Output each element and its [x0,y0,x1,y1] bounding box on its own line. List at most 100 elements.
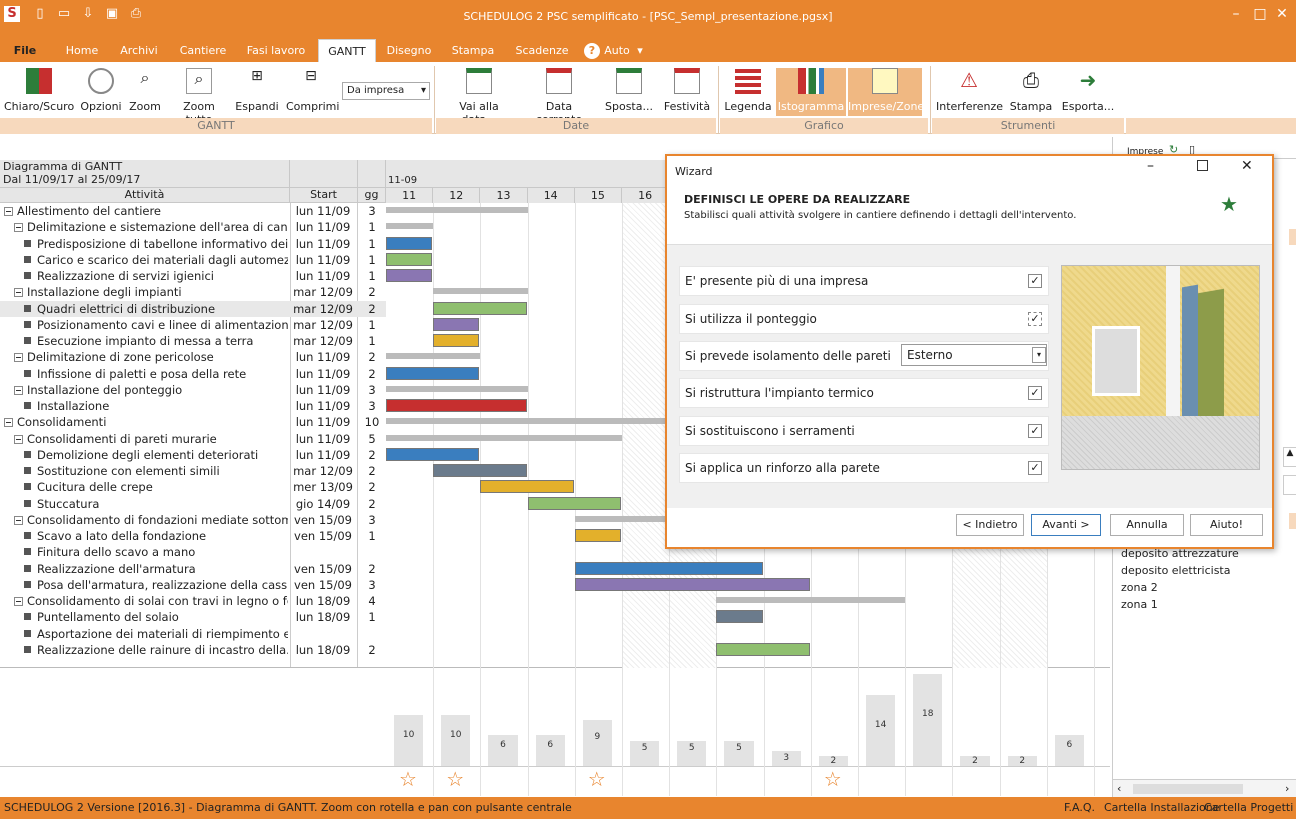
panel-item[interactable]: zona 1 [1121,598,1158,611]
table-row[interactable]: Delimitazione e sistemazione dell'area d… [0,219,386,235]
tab-auto[interactable]: Auto [602,44,632,62]
table-row[interactable]: Allestimento del cantiere lun 11/09 3 [0,203,386,219]
table-row[interactable]: Esecuzione impianto di messa a terra mar … [0,333,386,349]
tab-scadenze[interactable]: Scadenze [512,44,572,62]
table-row[interactable]: Puntellamento del solaio lun 18/09 1 [0,609,386,625]
table-row[interactable]: Consolidamenti di pareti murarie lun 11/0… [0,431,386,447]
checkbox-windows[interactable]: ✓ [1028,424,1042,438]
panel-item[interactable]: zona 2 [1121,581,1158,594]
grid-line [622,203,623,796]
esporta-button[interactable]: ➜ Esporta... [1060,68,1116,113]
table-row[interactable]: Demolizione degli elementi deteriorati lu… [0,447,386,463]
table-row[interactable]: Posa dell'armatura, realizzazione della … [0,577,386,593]
table-row[interactable]: Finitura dello scavo a mano [0,544,386,560]
cancel-button[interactable]: Annulla [1110,514,1184,536]
table-row[interactable]: Scavo a lato della fondazione ven 15/09 1 [0,528,386,544]
collapse-icon[interactable] [4,207,13,216]
panel-splitter[interactable] [1283,475,1296,495]
col-attivita[interactable]: Attività [0,188,290,203]
close-button[interactable]: ✕ [1272,5,1292,23]
panel-item[interactable]: deposito elettricista [1121,564,1230,577]
help-button[interactable]: Aiuto! [1190,514,1263,536]
impresa-dropdown[interactable]: Da impresa ▾ [342,82,430,100]
collapse-icon[interactable] [14,288,23,298]
collapse-icon[interactable] [14,515,23,525]
imprese-zone-button[interactable]: Imprese/Zone [848,68,924,116]
table-row[interactable]: Consolidamento di solai con travi in leg… [0,593,386,609]
col-gg[interactable]: gg [358,188,386,203]
chiaro-scuro-button[interactable]: Chiaro/Scuro [4,68,74,113]
maximize-button[interactable] [1197,160,1208,171]
next-button[interactable]: Avanti > [1031,514,1101,536]
task-bar [386,252,433,266]
scroll-right-icon[interactable]: › [1285,782,1289,795]
col-start[interactable]: Start [290,188,358,203]
table-row[interactable]: Sostituzione con elementi simili mar 12/0… [0,463,386,479]
tab-stampa[interactable]: Stampa [448,44,498,62]
checkbox-scaffolding[interactable]: ✓ [1028,312,1042,326]
collapse-icon[interactable] [14,223,23,233]
table-row[interactable]: Stuccatura gio 14/09 2 [0,496,386,512]
table-row[interactable]: Carico e scarico dei materiali dagli aut… [0,252,386,268]
sposta-button[interactable]: Sposta... [602,68,656,113]
chevron-down-icon[interactable]: ▾ [634,44,646,62]
table-row[interactable]: Posizionamento cavi e linee di alimentaz… [0,317,386,333]
insulation-select[interactable]: Esterno ▾ [901,344,1047,366]
scroll-thumb[interactable] [1133,784,1243,794]
tab-fasi-lavoro[interactable]: Fasi lavoro [244,44,308,62]
collapse-icon[interactable] [14,353,23,363]
tab-gantt[interactable]: GANTT [318,39,376,62]
tab-disegno[interactable]: Disegno [384,44,434,62]
maximize-button[interactable]: □ [1250,5,1270,23]
legenda-button[interactable]: Legenda [724,68,772,113]
help-icon[interactable]: ? [584,43,600,59]
opzioni-button[interactable]: Opzioni [80,68,122,113]
tab-file[interactable]: File [10,44,40,62]
projects-folder-link[interactable]: Cartella Progetti [1204,797,1293,819]
table-row[interactable]: Cucitura delle crepe mer 13/09 2 [0,479,386,495]
tab-home[interactable]: Home [62,44,102,62]
istogramma-button[interactable]: Istogramma [776,68,846,116]
tab-cantiere[interactable]: Cantiere [176,44,230,62]
scroll-arrow-icon[interactable]: ▲ [1283,447,1296,467]
table-row[interactable]: Installazione del ponteggio lun 11/09 3 [0,382,386,398]
table-row[interactable]: Asportazione dei materiali di riempiment… [0,626,386,642]
collapse-icon[interactable] [14,434,23,444]
checkbox-heating[interactable]: ✓ [1028,386,1042,400]
task-bar [574,561,763,575]
horizontal-scrollbar[interactable]: ‹ › [1113,779,1296,797]
table-row[interactable]: Quadri elettrici di distribuzione mar 12/… [0,300,386,317]
table-row[interactable]: Realizzazione dell'armatura ven 15/09 2 [0,561,386,577]
table-row[interactable]: Infissione di paletti e posa della rete l… [0,366,386,382]
checkbox-multiple-companies[interactable]: ✓ [1028,274,1042,288]
minimize-button[interactable]: – [1147,158,1154,174]
duration-cell: 10 [364,415,380,430]
festivita-button[interactable]: Festività [662,68,712,113]
close-button[interactable]: ✕ [1241,158,1253,174]
minimize-button[interactable]: – [1226,5,1246,23]
table-row[interactable]: Realizzazione di servizi igienici lun 11/… [0,268,386,284]
table-row[interactable]: Consolidamento di fondazioni mediate sot… [0,512,386,528]
collapse-icon[interactable] [4,418,13,428]
table-row[interactable]: Predisposizione di tabellone informativo… [0,236,386,252]
table-row[interactable]: Delimitazione di zone pericolose lun 11/0… [0,349,386,365]
table-row[interactable]: Realizzazione delle rainure di incastro … [0,642,386,658]
scroll-left-icon[interactable]: ‹ [1117,782,1121,795]
collapse-icon[interactable] [14,597,23,606]
table-row[interactable]: Consolidamenti lun 11/09 10 [0,414,386,430]
faq-link[interactable]: F.A.Q. [1064,797,1095,819]
group-date: Date [436,118,716,134]
espandi-button[interactable]: ⊞ Espandi [234,68,280,113]
table-row[interactable]: Installazione degli impianti mar 12/09 2 [0,284,386,300]
tab-archivi[interactable]: Archivi [116,44,162,62]
table-row[interactable]: Installazione lun 11/09 3 [0,398,386,414]
back-button[interactable]: < Indietro [956,514,1024,536]
stampa-button[interactable]: ⎙ Stampa [1008,68,1054,113]
zoom-button[interactable]: ⌕ Zoom [128,68,162,113]
interferenze-button[interactable]: ⚠ Interferenze [936,68,1003,113]
checkbox-wall-reinforcement[interactable]: ✓ [1028,461,1042,475]
collapse-icon[interactable] [14,385,23,395]
install-folder-link[interactable]: Cartella Installazione [1104,797,1220,819]
histogram-bar: 14 [866,694,896,766]
comprimi-button[interactable]: ⊟ Comprimi [286,68,339,113]
